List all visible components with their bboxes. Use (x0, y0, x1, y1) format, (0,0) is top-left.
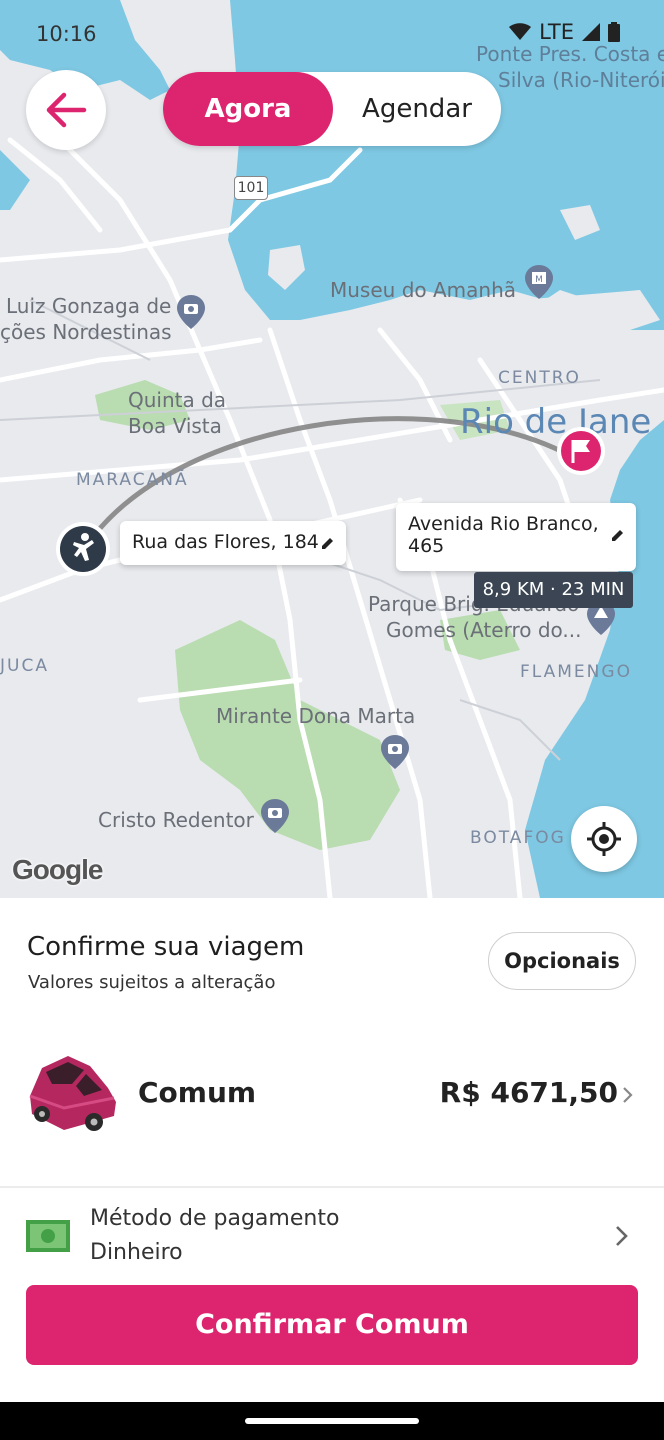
museum-poi-icon: M (525, 265, 553, 299)
map-label-ponte-2: Silva (Rio-Niterói (498, 68, 664, 92)
edit-destination-icon[interactable] (610, 527, 626, 543)
google-logo: Google (12, 854, 103, 885)
wifi-icon (509, 23, 532, 40)
status-time: 10:16 (36, 22, 97, 46)
map-label-quinta-1: Quinta da (128, 388, 227, 412)
status-bar: 10:16 LTE (0, 0, 664, 60)
payment-method-row[interactable]: Método de pagamento Dinheiro (0, 1202, 664, 1272)
trip-confirmation-sheet: Confirme sua viagem Valores sujeitos a a… (0, 898, 664, 1402)
highway-shield-101: 101 (234, 176, 268, 200)
crosshair-icon (587, 822, 621, 856)
home-gesture-handle[interactable] (245, 1418, 419, 1424)
battery-icon (608, 22, 620, 42)
map-label-quinta-2: Boa Vista (128, 414, 222, 438)
map-label-juca: JUCA (0, 656, 49, 676)
back-button[interactable] (26, 70, 106, 150)
map-label-museu: Museu do Amanhã (330, 278, 517, 302)
cash-icon (26, 1220, 70, 1252)
destination-address-line1: Avenida Rio Branco, (408, 513, 599, 535)
ride-option-row[interactable]: Comum R$ 4671,50 (0, 1046, 664, 1146)
chevron-right-icon (616, 1226, 628, 1246)
destination-flag-icon (557, 427, 605, 475)
camera-poi-icon (381, 735, 409, 769)
map-label-centro: CENTRO (498, 368, 581, 388)
map-view[interactable]: Ponte Pres. Costa e Silva (Rio-Niterói 1… (0, 0, 664, 898)
ride-price: R$ 4671,50 (439, 1076, 618, 1109)
options-button[interactable]: Opcionais (488, 932, 636, 990)
map-label-maracana: MARACANÃ (76, 470, 189, 490)
origin-pin-icon (56, 522, 110, 576)
map-label-parque-2: Gomes (Aterro do... (386, 618, 582, 642)
trip-summary-badge: 8,9 KM · 23 MIN (474, 572, 633, 608)
camera-poi-icon (261, 799, 289, 833)
map-label-botafogo: BOTAFOG (470, 828, 566, 848)
map-label-luiz-2: ções Nordestinas (0, 320, 172, 344)
origin-address-card[interactable]: Rua das Flores, 184 (120, 521, 346, 565)
edit-origin-icon[interactable] (320, 535, 336, 551)
tab-agendar[interactable]: Agendar (333, 72, 501, 146)
status-icons: LTE (509, 20, 620, 44)
destination-address-line2: 465 (408, 535, 445, 557)
tab-agora[interactable]: Agora (163, 72, 333, 146)
map-label-luiz-1: Luiz Gonzaga de (6, 294, 172, 318)
map-label-cristo: Cristo Redentor (98, 808, 254, 832)
origin-address: Rua das Flores, 184 (132, 531, 319, 553)
map-label-flamengo: FLAMENGO (520, 662, 632, 682)
arrow-left-icon (46, 92, 87, 128)
signal-icon (582, 23, 600, 41)
my-location-button[interactable] (571, 806, 637, 872)
sheet-subtitle: Valores sujeitos a alteração (28, 972, 276, 993)
system-nav-bar (0, 1402, 664, 1440)
camera-poi-icon (177, 295, 205, 329)
network-type: LTE (539, 20, 574, 44)
payment-method-label: Método de pagamento (90, 1206, 340, 1231)
confirm-ride-button[interactable]: Confirmar Comum (26, 1285, 638, 1365)
car-icon (29, 1056, 116, 1131)
svg-text:M: M (535, 275, 543, 285)
ride-name: Comum (138, 1076, 257, 1109)
schedule-toggle[interactable]: Agora Agendar (163, 72, 501, 146)
payment-method-value: Dinheiro (90, 1240, 183, 1265)
divider (0, 1186, 664, 1188)
destination-address-card[interactable]: Avenida Rio Branco, 465 (396, 503, 636, 571)
chevron-right-icon (623, 1087, 633, 1103)
map-label-mirante: Mirante Dona Marta (216, 704, 416, 728)
sheet-title: Confirme sua viagem (27, 932, 305, 962)
